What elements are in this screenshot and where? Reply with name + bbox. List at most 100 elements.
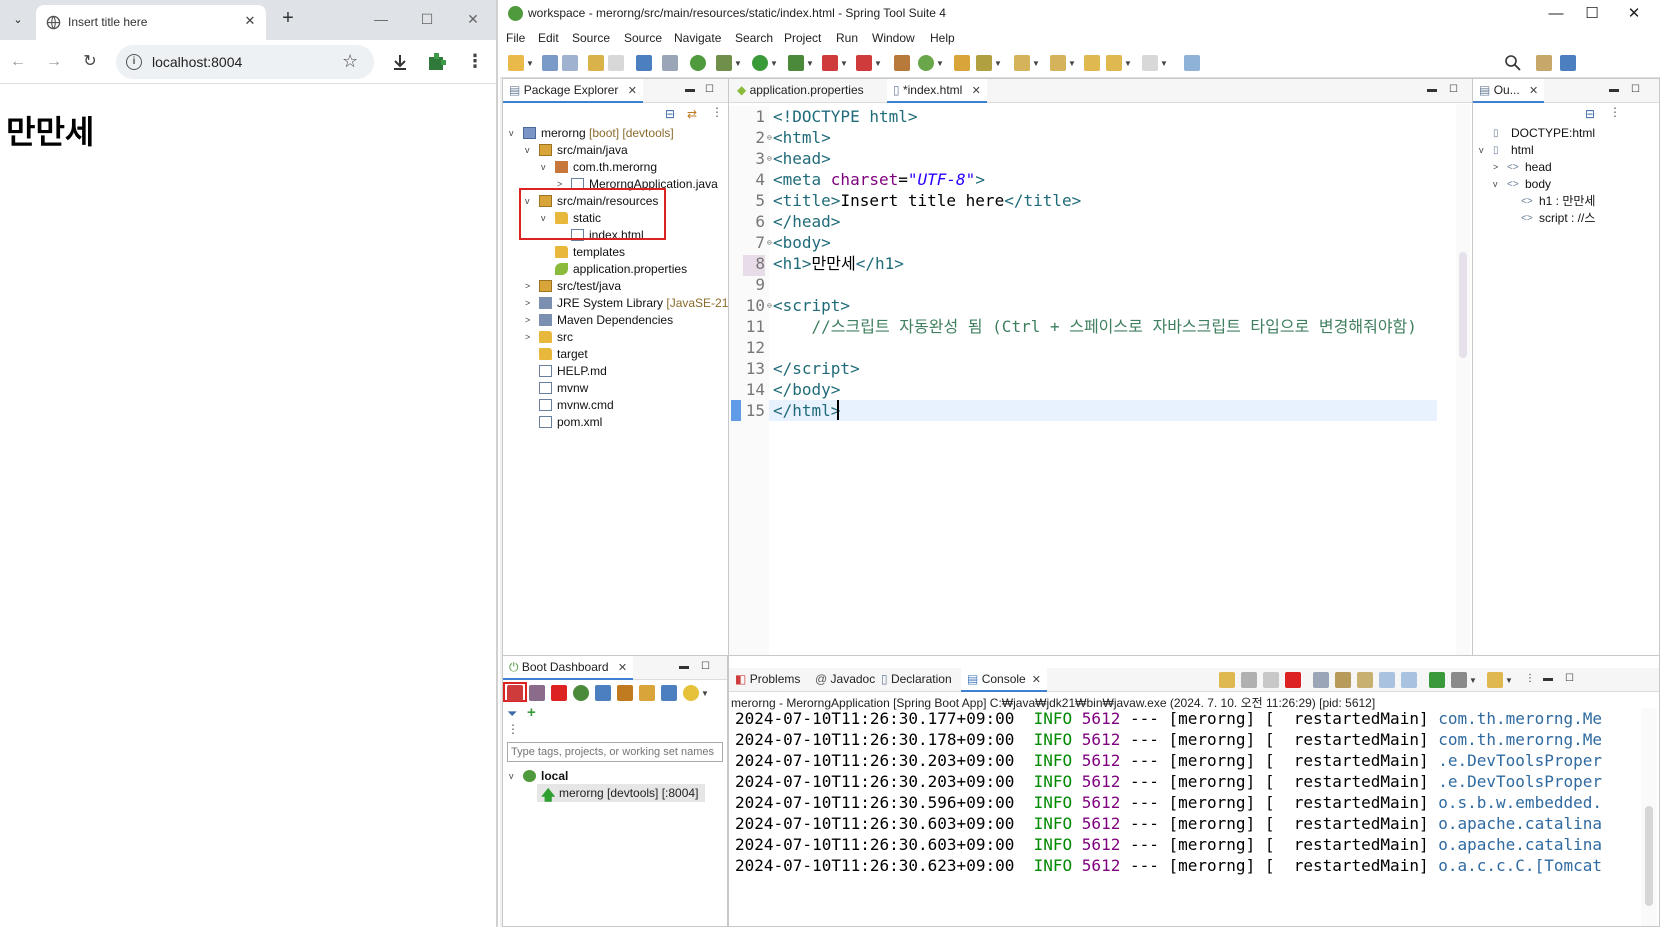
site-info-icon[interactable]: i <box>126 54 142 70</box>
minimize-view-icon[interactable]: ▬ <box>1427 84 1437 95</box>
word-wrap-icon[interactable] <box>1357 672 1373 688</box>
link-with-editor-icon[interactable]: ⇄ <box>687 107 697 121</box>
search-icon[interactable] <box>1504 54 1522 72</box>
close-icon[interactable]: ✕ <box>628 85 637 97</box>
fold-toggle-icon[interactable]: ⊖ <box>767 295 772 316</box>
view-menu-icon[interactable]: ⋮ <box>711 105 723 119</box>
next-annotation-icon[interactable] <box>1014 55 1030 71</box>
code-line[interactable]: <script> <box>773 295 850 316</box>
maximize-view-icon[interactable]: ☐ <box>1631 84 1640 95</box>
view-menu-icon[interactable]: ⋮ <box>1525 673 1535 684</box>
menu-source[interactable]: Source <box>572 31 610 45</box>
maximize-icon[interactable]: ☐ <box>412 8 442 30</box>
vertical-scrollbar[interactable] <box>1456 104 1470 664</box>
scrollbar-thumb[interactable] <box>1459 252 1467 358</box>
code-line[interactable]: //스크립트 자동완성 됨 (Ctrl + 스페이스로 자바스크립트 타입으로 … <box>773 316 1417 337</box>
new-tab-plus-icon[interactable]: + <box>276 7 300 31</box>
last-edit-icon[interactable] <box>1084 55 1100 71</box>
download-icon[interactable] <box>390 52 410 72</box>
scroll-lock-icon[interactable] <box>1335 672 1351 688</box>
fold-toggle-icon[interactable]: ⊖ <box>767 232 772 253</box>
edit-icon[interactable] <box>639 685 655 701</box>
fold-toggle-icon[interactable]: ⊖ <box>767 127 772 148</box>
forward-arrow-icon[interactable]: → <box>42 50 66 74</box>
tab-search-chevron-icon[interactable]: ⌄ <box>6 7 30 31</box>
close-icon[interactable]: ✕ <box>1032 674 1041 686</box>
tab-console[interactable]: ▤ Console ✕ <box>961 668 1047 692</box>
restart-icon[interactable] <box>507 685 523 701</box>
url-text[interactable]: localhost:8004 <box>152 54 242 70</box>
expanded-chevron-icon[interactable]: v <box>1479 142 1489 159</box>
link-icon[interactable] <box>617 685 633 701</box>
scrollbar-thumb[interactable] <box>1645 806 1653 906</box>
view-menu-icon[interactable]: ⋮ <box>507 722 519 736</box>
new-icon[interactable] <box>508 55 524 71</box>
open-type-icon[interactable] <box>954 55 970 71</box>
debug-icon[interactable] <box>716 55 732 71</box>
bookmark-star-icon[interactable]: ☆ <box>342 51 358 72</box>
undo-icon[interactable] <box>588 55 604 71</box>
collapse-all-icon[interactable]: ⊟ <box>665 107 675 121</box>
remove-launch-icon[interactable] <box>1241 672 1257 688</box>
terminate-icon[interactable] <box>1285 672 1301 688</box>
run-icon[interactable] <box>752 55 768 71</box>
filter-icon[interactable]: ⏷ <box>507 706 517 722</box>
tab-package-explorer[interactable]: ▤ Package Explorer ✕ <box>503 79 643 103</box>
java-perspective-icon[interactable] <box>1560 55 1576 71</box>
browser-tab[interactable]: Insert title here ✕ <box>36 5 266 40</box>
code-line[interactable]: <head> <box>773 148 831 169</box>
menu-run[interactable]: Run <box>836 31 858 45</box>
maximize-view-icon[interactable]: ☐ <box>1565 673 1574 684</box>
code-line[interactable]: <!DOCTYPE html> <box>773 106 918 127</box>
code-line[interactable]: <h1>만만세</h1> <box>773 253 904 274</box>
back-icon[interactable] <box>1106 55 1122 71</box>
stop-icon[interactable] <box>856 55 872 71</box>
tab-index-html[interactable]: ▯ *index.html ✕ <box>887 79 987 103</box>
collapsed-chevron-icon[interactable]: > <box>525 329 535 346</box>
debug-restart-icon[interactable] <box>529 685 545 701</box>
save-icon[interactable] <box>542 55 558 71</box>
minimize-icon[interactable]: — <box>366 8 396 30</box>
external-tools-icon[interactable] <box>822 55 838 71</box>
pin-console-icon[interactable] <box>1429 672 1445 688</box>
skip-breakpoints-icon[interactable] <box>662 55 678 71</box>
stop-icon[interactable] <box>551 685 567 701</box>
open-perspective-icon[interactable] <box>1536 55 1552 71</box>
maximize-view-icon[interactable]: ☐ <box>701 661 710 672</box>
menu-edit[interactable]: Edit <box>538 31 559 45</box>
menu-source-2[interactable]: Source <box>624 31 662 45</box>
show-on-error-icon[interactable] <box>1401 672 1417 688</box>
code-line[interactable]: <body> <box>773 232 831 253</box>
open-console-icon[interactable] <box>595 685 611 701</box>
ide-minimize-icon[interactable]: — <box>1536 2 1576 26</box>
view-menu-icon[interactable]: ⋮ <box>1609 105 1621 119</box>
tab-javadoc[interactable]: @ Javadoc <box>809 668 881 692</box>
collapse-all-icon[interactable]: ⊟ <box>1585 107 1595 121</box>
minimize-view-icon[interactable]: ▬ <box>1609 84 1619 95</box>
menu-help[interactable]: Help <box>930 31 955 45</box>
menu-window[interactable]: Window <box>872 31 915 45</box>
new-package-icon[interactable] <box>894 55 910 71</box>
app-row[interactable]: 🡅 merorng [devtools] [:8004] <box>537 784 705 803</box>
save-all-icon[interactable] <box>562 55 578 71</box>
code-line[interactable]: </html> <box>773 400 840 421</box>
back-arrow-icon[interactable]: ← <box>6 50 30 74</box>
close-icon[interactable]: ✕ <box>972 85 981 97</box>
minimize-view-icon[interactable]: ▬ <box>685 84 695 95</box>
expanded-chevron-icon[interactable]: v <box>509 125 519 142</box>
terminal-icon[interactable] <box>636 55 652 71</box>
console-scrollbar[interactable] <box>1641 708 1657 926</box>
menu-project[interactable]: Project <box>784 31 821 45</box>
search-flashlight-icon[interactable] <box>976 55 992 71</box>
fold-toggle-icon[interactable]: ⊖ <box>767 148 772 169</box>
menu-search[interactable]: Search <box>735 31 773 45</box>
browser-menu-icon[interactable]: ⋮ <box>466 50 484 74</box>
collapsed-chevron-icon[interactable]: > <box>525 295 535 312</box>
remove-all-icon[interactable] <box>1263 672 1279 688</box>
forward-icon[interactable] <box>1142 55 1158 71</box>
open-console-menu-icon[interactable] <box>1487 672 1503 688</box>
minimize-view-icon[interactable]: ▬ <box>679 661 689 672</box>
code-editor[interactable]: 1 <!DOCTYPE html> 2 ⊖ <html> 3 ⊖ <head> 4 <meta c… <box>729 104 1475 679</box>
collapsed-chevron-icon[interactable]: > <box>525 312 535 329</box>
close-icon[interactable]: ✕ <box>618 662 627 674</box>
